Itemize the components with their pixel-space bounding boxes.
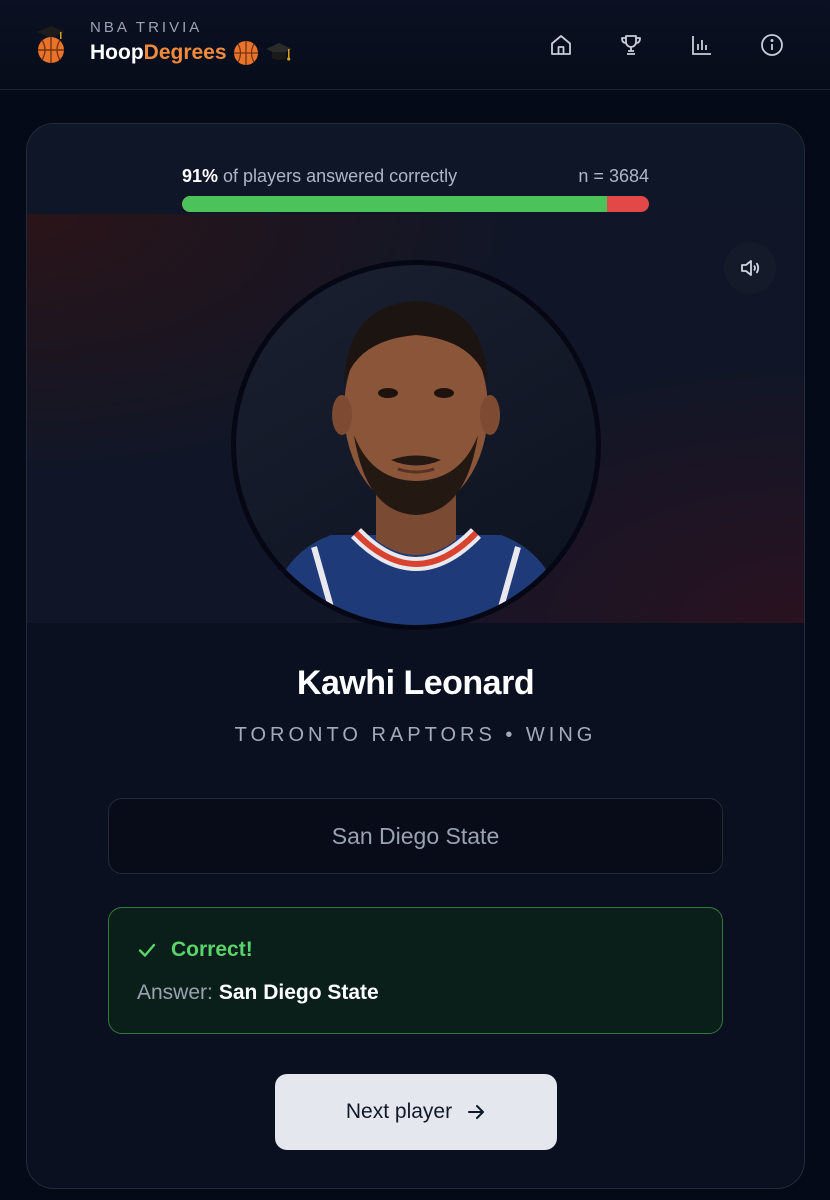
result-answer-value: San Diego State [218, 981, 379, 1004]
result-status: Correct! [137, 938, 253, 962]
percent-correct-value: 91% [182, 166, 219, 186]
brand-title[interactable]: Hoop Degrees [90, 40, 293, 66]
trivia-card: 91% of players answered correctly n = 36… [26, 123, 805, 1189]
percent-correct-text: 91% of players answered correctly [182, 166, 457, 187]
home-icon[interactable] [544, 28, 578, 62]
result-panel: Correct! Answer: San Diego State [108, 907, 723, 1034]
arrow-right-icon [468, 1105, 485, 1119]
graduation-cap-icon [265, 40, 293, 66]
basketball-logo-icon [35, 24, 67, 64]
percent-correct-suffix: of players answered correctly [218, 166, 458, 186]
info-icon[interactable] [755, 28, 789, 62]
trophy-icon[interactable] [614, 28, 648, 62]
checkmark-icon [138, 943, 156, 957]
basketball-emoji-icon [233, 40, 259, 66]
player-name: Kawhi Leonard [296, 664, 535, 702]
result-status-text: Correct! [171, 938, 253, 961]
result-answer: Answer: San Diego State [137, 981, 379, 1005]
answer-stats: 91% of players answered correctly n = 36… [182, 166, 649, 187]
brand-title-part2: Degrees [143, 41, 227, 64]
answer-field[interactable]: San Diego State [108, 798, 723, 874]
bar-chart-icon[interactable] [685, 28, 719, 62]
player-photo [231, 260, 601, 630]
speaker-icon [741, 260, 760, 276]
sample-size: n = 3684 [578, 166, 649, 186]
app-header: NBA TRIVIA Hoop Degrees [0, 0, 830, 90]
sound-button[interactable] [724, 242, 776, 294]
player-team-position: TORONTO RAPTORS • WING [234, 724, 597, 746]
percent-correct-bar [182, 196, 649, 212]
result-answer-label: Answer: [137, 981, 213, 1004]
next-player-button[interactable]: Next player [275, 1074, 557, 1150]
brand-kicker: NBA TRIVIA [90, 19, 203, 36]
next-player-label: Next player [345, 1100, 453, 1123]
brand-title-part1: Hoop [90, 41, 144, 64]
percent-correct-bar-fill [182, 196, 607, 212]
